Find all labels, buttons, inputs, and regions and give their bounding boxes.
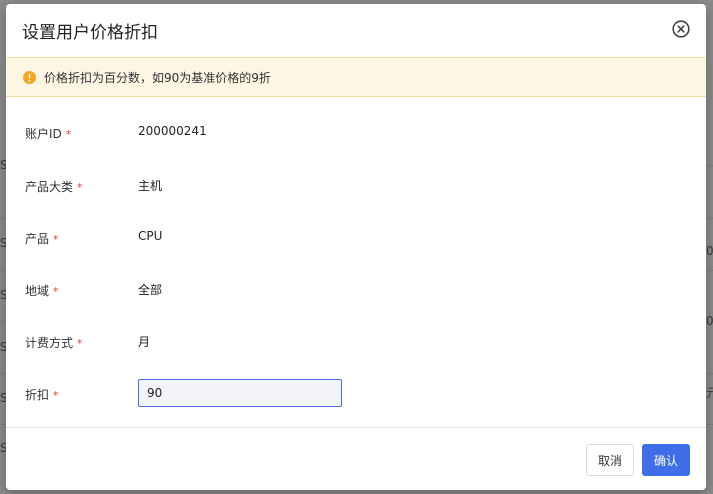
product-category-value: 主机 [138,179,163,193]
warning-circle-icon [23,71,36,84]
close-circle-icon [672,20,690,38]
confirm-button[interactable]: 确认 [642,444,690,476]
bg-text-fragment: 元 [706,386,713,400]
field-label: 产品大类 * [25,180,83,194]
dialog-title: 设置用户价格折扣 [22,23,158,43]
close-button[interactable] [672,20,690,38]
product-value: CPU [138,229,163,243]
form-row-product-category: 产品大类 * 主机 [6,171,706,201]
info-alert: 价格折扣为百分数，如90为基准价格的9折 [6,57,706,97]
required-mark: * [77,181,83,194]
dialog-header: 设置用户价格折扣 [6,4,706,56]
field-label: 产品 * [25,232,59,246]
price-discount-dialog: 设置用户价格折扣 价格折扣为百分数，如90为基准价格的9折 账户ID * 2000… [6,4,706,490]
required-mark: * [65,128,72,141]
form-row-region: 地域 * 全部 [6,275,706,305]
field-label: 计费方式 * [25,336,83,350]
footer-divider [6,427,706,428]
field-label: 账户ID * [25,127,72,141]
required-mark: * [53,233,59,246]
bg-text-fragment: 0 [706,244,713,258]
form-row-discount: 折扣 * [6,379,706,409]
billing-method-value: 月 [138,335,151,349]
region-value: 全部 [138,283,163,297]
account-id-value: 200000241 [138,124,207,138]
cancel-button[interactable]: 取消 [586,444,634,476]
required-mark: * [53,285,59,298]
discount-input[interactable] [138,379,342,407]
required-mark: * [53,389,59,402]
required-mark: * [77,337,83,350]
bg-text-fragment: 0 [706,314,713,328]
form-row-product: 产品 * CPU [6,223,706,253]
form-row-billing-method: 计费方式 * 月 [6,327,706,357]
alert-message: 价格折扣为百分数，如90为基准价格的9折 [44,71,271,85]
field-label: 折扣 * [25,388,59,402]
field-label: 地域 * [25,284,59,298]
form-row-account-id: 账户ID * 200000241 [6,118,706,148]
